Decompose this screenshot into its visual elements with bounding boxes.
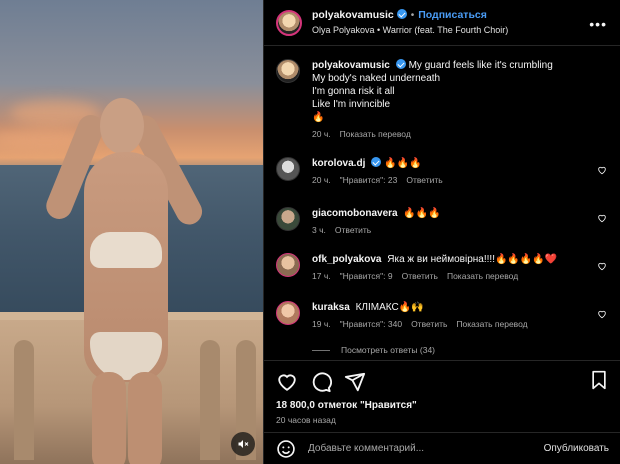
comment-item: ofk_polyakova Яка ж ви неймовірна!!!!🔥🔥🔥… (276, 253, 609, 281)
baluster (200, 340, 220, 460)
more-options-icon[interactable]: ••• (589, 16, 607, 32)
reply-button[interactable]: Ответить (335, 225, 371, 235)
reply-button[interactable]: Ответить (402, 271, 438, 281)
follow-button[interactable]: Подписаться (418, 9, 487, 21)
show-translation-link[interactable]: Показать перевод (456, 319, 527, 329)
caption-line: My guard feels like it's crumbling (408, 60, 553, 71)
like-comment-icon[interactable] (597, 261, 607, 271)
caption-line: Like I'm invincible (312, 99, 391, 110)
separator-dot: • (410, 10, 415, 21)
commenter-avatar[interactable] (276, 157, 300, 181)
caption-time[interactable]: 20 ч. (312, 129, 331, 139)
comment-likes[interactable]: "Нравится": 23 (340, 175, 398, 185)
baluster (14, 340, 34, 460)
post-header: polyakovamusic • Подписаться Olya Polyakov… (264, 0, 620, 46)
author-username[interactable]: polyakovamusic (312, 9, 394, 21)
comment-time[interactable]: 3 ч. (312, 225, 326, 235)
comment-composer: Добавьте комментарий... Опубликовать (264, 432, 620, 464)
show-translation-link[interactable]: Показать перевод (340, 129, 411, 139)
caption-username[interactable]: polyakovamusic (312, 60, 390, 71)
emoji-icon[interactable] (276, 439, 296, 459)
comment-text: 🔥🔥🔥 (403, 208, 441, 219)
like-comment-icon[interactable] (597, 213, 607, 223)
comment-username[interactable]: korolova.dj (312, 158, 365, 169)
post-actions: 18 800,0 отметок "Нравится" 20 часов наз… (264, 360, 620, 430)
caption: polyakovamusic My guard feels like it's … (276, 59, 609, 139)
person-figure (42, 92, 207, 464)
comment-item: giacomobonavera 🔥🔥🔥 3 ч. Ответить (276, 207, 609, 235)
view-replies-button[interactable]: Посмотреть ответы (34) (312, 345, 435, 355)
verified-icon (371, 157, 382, 167)
like-comment-icon[interactable] (597, 309, 607, 319)
caption-avatar[interactable] (276, 59, 300, 83)
comment-time[interactable]: 17 ч. (312, 271, 331, 281)
verified-icon (396, 9, 407, 19)
comment-text: Яка ж ви неймовірна!!!!🔥🔥🔥🔥❤️ (387, 254, 558, 265)
like-heart-icon[interactable] (276, 371, 298, 393)
comments-list: polyakovamusic My guard feels like it's … (264, 47, 620, 360)
commenter-avatar[interactable] (276, 253, 300, 277)
comment-username[interactable]: giacomobonavera (312, 208, 398, 219)
verified-icon (395, 59, 406, 69)
comment-icon[interactable] (310, 371, 332, 393)
mute-icon[interactable] (231, 432, 255, 456)
comment-text: 🔥🔥🔥 (384, 158, 422, 169)
caption-line: My body's naked underneath (312, 73, 441, 84)
share-icon[interactable] (344, 371, 366, 393)
reply-button[interactable]: Ответить (411, 319, 447, 329)
comment-likes[interactable]: "Нравится": 340 (340, 319, 402, 329)
save-bookmark-icon[interactable] (589, 369, 609, 391)
replies-divider (312, 349, 330, 351)
post-panel: polyakovamusic • Подписаться Olya Polyakov… (263, 0, 620, 464)
comment-text: КЛІМАКС🔥🙌 (355, 302, 424, 313)
comment-item: kuraksa КЛІМАКС🔥🙌 19 ч. "Нравится": 340 От… (276, 301, 609, 329)
reply-button[interactable]: Ответить (406, 175, 442, 185)
commenter-avatar[interactable] (276, 207, 300, 231)
comment-username[interactable]: kuraksa (312, 302, 350, 313)
likes-count[interactable]: 18 800,0 отметок "Нравится" (276, 400, 609, 411)
caption-line: 🔥 (312, 112, 325, 123)
comment-username[interactable]: ofk_polyakova (312, 254, 381, 265)
show-translation-link[interactable]: Показать перевод (447, 271, 518, 281)
comment-likes[interactable]: "Нравится": 9 (340, 271, 393, 281)
commenter-avatar[interactable] (276, 301, 300, 325)
comment-item: korolova.dj 🔥🔥🔥 20 ч. "Нравится": 23 Ответ… (276, 157, 609, 185)
comment-time[interactable]: 20 ч. (312, 175, 331, 185)
author-avatar[interactable] (276, 9, 302, 36)
caption-line: I'm gonna risk it all (312, 86, 395, 97)
publish-button[interactable]: Опубликовать (544, 443, 609, 454)
comment-input[interactable]: Добавьте комментарий... (308, 443, 544, 454)
view-replies-label[interactable]: Посмотреть ответы (34) (341, 345, 435, 355)
comment-time[interactable]: 19 ч. (312, 319, 331, 329)
post-media[interactable] (0, 0, 263, 464)
post-age[interactable]: 20 часов назад (276, 415, 609, 425)
like-comment-icon[interactable] (597, 165, 607, 175)
audio-track[interactable]: Olya Polyakova • Warrior (feat. The Four… (312, 23, 508, 37)
